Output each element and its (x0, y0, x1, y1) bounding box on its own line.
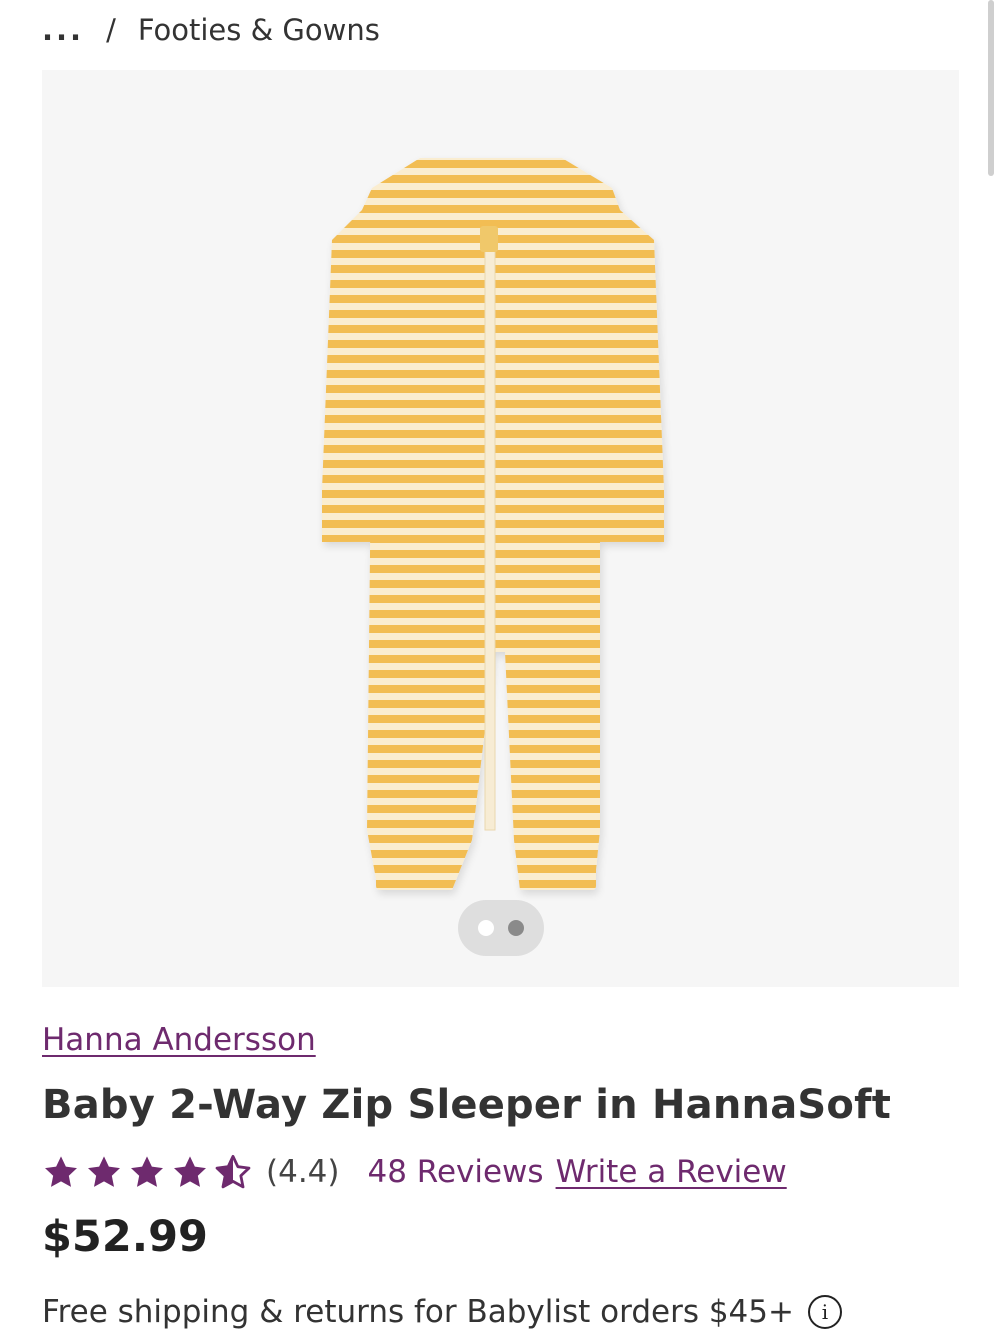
scrollbar[interactable] (988, 0, 994, 176)
star-full-icon (85, 1154, 123, 1190)
breadcrumb-separator: / (106, 13, 116, 47)
rating-row: (4.4) 48 Reviews Write a Review (42, 1150, 787, 1194)
info-icon[interactable]: i (807, 1295, 842, 1329)
product-image-gallery[interactable] (42, 70, 959, 987)
carousel-dot-1[interactable] (478, 920, 494, 936)
product-price: $52.99 (42, 1212, 208, 1262)
breadcrumb-current[interactable]: Footies & Gowns (138, 13, 380, 47)
star-half-icon (214, 1154, 252, 1190)
star-full-icon (42, 1154, 80, 1190)
carousel-dot-2[interactable] (508, 920, 524, 936)
star-full-icon (128, 1154, 166, 1190)
reviews-link[interactable]: 48 Reviews (368, 1154, 544, 1190)
brand-link[interactable]: Hanna Andersson (42, 1022, 316, 1058)
rating-score: (4.4) (266, 1154, 340, 1190)
product-title: Baby 2-Way Zip Sleeper in HannaSoft (42, 1082, 892, 1128)
shipping-info: Free shipping & returns for Babylist ord… (42, 1294, 842, 1330)
breadcrumb-ellipsis[interactable]: ... (42, 13, 84, 47)
breadcrumb: ... / Footies & Gowns (42, 10, 380, 50)
star-rating[interactable] (42, 1154, 252, 1190)
write-review-link[interactable]: Write a Review (556, 1154, 787, 1190)
carousel-dots (458, 900, 544, 956)
shipping-text: Free shipping & returns for Babylist ord… (42, 1294, 794, 1330)
product-image (322, 158, 664, 890)
star-full-icon (171, 1154, 209, 1190)
